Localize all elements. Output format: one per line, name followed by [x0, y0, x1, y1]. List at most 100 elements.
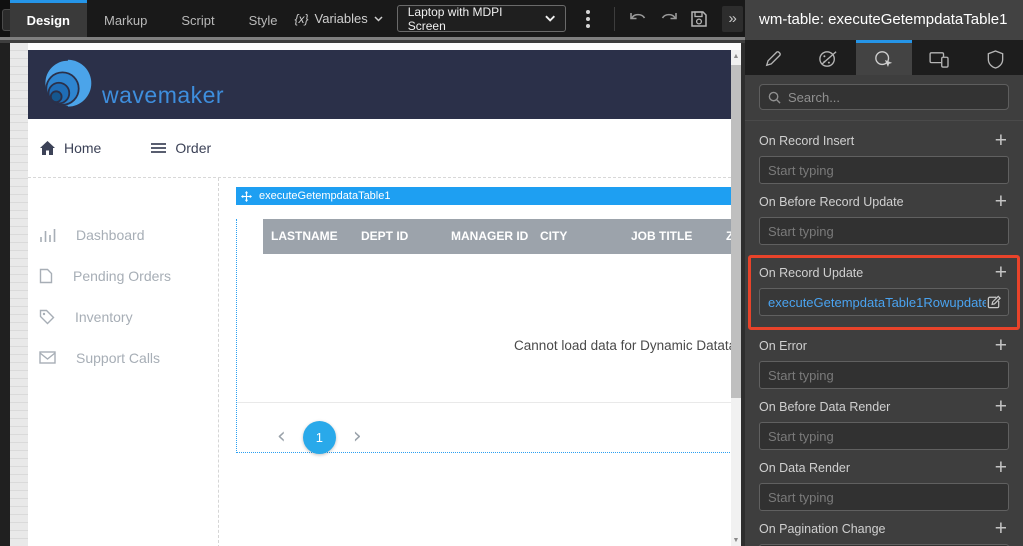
panel-title: wm-table: executeGetempdataTable1 — [745, 0, 1023, 40]
left-panel-toggle[interactable] — [2, 9, 10, 31]
table-header-row: LASTNAME DEPT ID MANAGER ID CITY JOB TIT… — [263, 219, 745, 254]
table-empty-message: Cannot load data for Dynamic Datatable. — [237, 338, 745, 353]
event-label: On Data Render — [759, 461, 850, 475]
add-action-button[interactable]: + — [993, 194, 1009, 210]
event-label: On Pagination Change — [759, 522, 885, 536]
palette-icon — [818, 50, 838, 68]
column-header[interactable]: MANAGER ID — [443, 219, 532, 254]
highlight-annotation-box: On Record Update + executeGetempdataTabl… — [748, 255, 1020, 330]
page-number-button[interactable]: 1 — [303, 421, 336, 454]
page-prev-button[interactable]: ‹ — [277, 426, 286, 448]
devices-icon — [929, 51, 950, 68]
tab-security[interactable] — [967, 40, 1023, 75]
data-table-widget[interactable]: executeGetempdataTable1 LASTNAME DEPT ID… — [236, 187, 745, 439]
redo-icon — [659, 11, 678, 26]
tab-markup[interactable]: Markup — [87, 0, 164, 37]
edit-icon — [986, 294, 1002, 310]
document-icon — [39, 268, 53, 284]
canvas-scrollbar[interactable]: ▲ ▼ — [731, 50, 741, 546]
home-icon — [40, 141, 55, 155]
column-header[interactable]: LASTNAME — [263, 219, 353, 254]
edit-handler-button[interactable] — [986, 294, 1002, 310]
variables-label: Variables — [315, 11, 368, 26]
sidebar-item-dashboard[interactable]: Dashboard — [28, 214, 218, 255]
tab-style[interactable]: Style — [232, 0, 295, 37]
design-canvas: wavemaker Home Order — [0, 43, 745, 546]
event-label: On Error — [759, 339, 807, 353]
sidebar-item-support-calls[interactable]: Support Calls — [28, 337, 218, 378]
tab-events[interactable] — [856, 40, 912, 75]
tab-script[interactable]: Script — [164, 0, 231, 37]
column-header[interactable]: DEPT ID — [353, 219, 443, 254]
scroll-down-icon[interactable]: ▼ — [731, 534, 741, 546]
search-input[interactable] — [788, 90, 1000, 105]
nav-item-home[interactable]: Home — [40, 140, 101, 156]
tab-styles[interactable] — [801, 40, 857, 75]
more-options-button[interactable] — [578, 6, 598, 32]
inspector-tabs — [745, 40, 1023, 75]
tab-script-label: Script — [181, 13, 214, 28]
page-sidebar: Dashboard Pending Orders Inventory — [28, 178, 219, 546]
tab-properties[interactable] — [745, 40, 801, 75]
scroll-up-icon[interactable]: ▲ — [731, 50, 741, 62]
sidebar-item-label: Inventory — [75, 309, 133, 325]
sidebar-item-pending-orders[interactable]: Pending Orders — [28, 255, 218, 296]
variables-menu[interactable]: {x} Variables — [295, 11, 383, 26]
page-next-button[interactable]: › — [353, 426, 362, 448]
event-on-before-record-update: On Before Record Update + — [759, 194, 1009, 245]
sidebar-item-label: Support Calls — [76, 350, 160, 366]
event-input[interactable] — [759, 156, 1009, 184]
event-input[interactable] — [759, 483, 1009, 511]
add-action-button[interactable]: + — [993, 338, 1009, 354]
widget-name-label: executeGetempdataTable1 — [259, 190, 390, 202]
add-action-button[interactable]: + — [993, 399, 1009, 415]
event-on-error: On Error + — [759, 338, 1009, 389]
event-list: On Record Insert + On Before Record Upda… — [745, 121, 1023, 546]
tab-design-label: Design — [27, 13, 70, 28]
wavemaker-logo-text: wavemaker — [102, 82, 224, 109]
event-on-data-render: On Data Render + — [759, 460, 1009, 511]
event-label: On Record Update — [759, 266, 863, 280]
add-action-button[interactable]: + — [993, 133, 1009, 149]
shield-icon — [987, 50, 1004, 69]
event-input[interactable] — [759, 217, 1009, 245]
canvas-ruler-gutter — [10, 43, 28, 546]
preview-page: wavemaker Home Order — [28, 43, 731, 546]
move-icon — [241, 191, 252, 202]
panel-search-area — [745, 75, 1023, 121]
chevron-down-icon — [374, 16, 383, 22]
tab-markup-label: Markup — [104, 13, 147, 28]
toolbar-right-group: {x} Variables Laptop with MDPI Screen — [295, 0, 746, 37]
device-selector[interactable]: Laptop with MDPI Screen — [397, 5, 566, 32]
column-header[interactable]: CITY — [532, 219, 623, 254]
event-value-box: executeGetempdataTable1Rowupdate — [759, 288, 1009, 316]
envelope-icon — [39, 351, 56, 364]
save-button[interactable] — [687, 6, 711, 32]
bar-chart-icon — [39, 227, 56, 242]
page-nav-bar: Home Order — [28, 119, 731, 178]
undo-button[interactable] — [626, 6, 650, 32]
add-action-button[interactable]: + — [993, 265, 1009, 281]
redo-button[interactable] — [657, 6, 681, 32]
tab-devices[interactable] — [912, 40, 968, 75]
search-icon — [768, 91, 781, 104]
sidebar-item-inventory[interactable]: Inventory — [28, 296, 218, 337]
event-label: On Before Data Render — [759, 400, 890, 414]
column-header[interactable]: JOB TITLE — [623, 219, 718, 254]
add-action-button[interactable]: + — [993, 460, 1009, 476]
scrollbar-thumb[interactable] — [731, 65, 741, 398]
canvas-left-bar — [0, 43, 10, 546]
widget-selection-bar[interactable]: executeGetempdataTable1 — [236, 187, 745, 205]
add-action-button[interactable]: + — [993, 521, 1009, 537]
event-on-record-update: On Record Update + executeGetempdataTabl… — [759, 265, 1009, 316]
table-footer-divider — [237, 402, 745, 403]
event-handler-link[interactable]: executeGetempdataTable1Rowupdate — [768, 295, 986, 310]
panel-collapse-button[interactable]: » — [722, 6, 743, 32]
widget-inspector-panel: wm-table: executeGetempdataTable1 — [745, 0, 1023, 546]
event-input[interactable] — [759, 361, 1009, 389]
event-input[interactable] — [759, 422, 1009, 450]
panel-search-box[interactable] — [759, 84, 1009, 110]
wavemaker-studio: Design Markup Script Style {x} Variables… — [0, 0, 1023, 546]
tab-design[interactable]: Design — [10, 0, 87, 37]
nav-item-order[interactable]: Order — [151, 140, 211, 156]
